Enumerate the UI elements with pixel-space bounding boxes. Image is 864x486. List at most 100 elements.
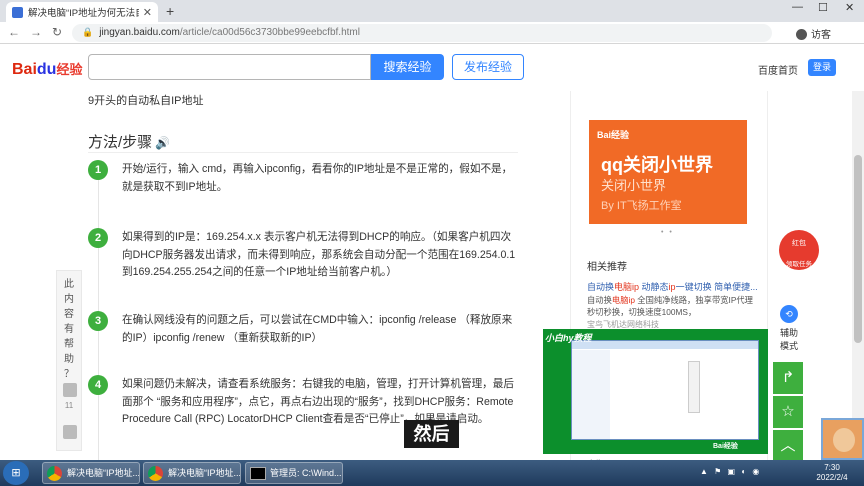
taskbar-button-label: 解决电脑“IP地址... xyxy=(67,468,140,478)
inset-context-menu xyxy=(688,361,700,413)
reload-icon[interactable]: ↻ xyxy=(52,25,62,39)
browser-tab[interactable]: 解决电脑“IP地址为何无法自动… ✕ xyxy=(6,2,158,22)
taskbar-chrome-window-1[interactable]: 解决电脑“IP地址... xyxy=(42,462,140,484)
system-tray-icons[interactable]: ▲ ⚑ ▣ ◐ ◉ xyxy=(700,467,761,476)
question-char: 有 xyxy=(64,324,74,335)
step-number: 3 xyxy=(88,311,108,331)
minimize-icon[interactable]: — xyxy=(792,1,803,13)
streamer-avatar xyxy=(821,418,864,460)
related-title-part: 自动换 xyxy=(587,282,615,292)
banner-byline: By IT飞扬工作室 xyxy=(601,200,682,212)
windows-taskbar: ⊞ 解决电脑“IP地址... 解决电脑“IP地址... 管理员: C:\Wind… xyxy=(0,460,864,486)
question-char: ？ xyxy=(64,369,74,380)
question-char: 容 xyxy=(64,309,74,320)
step-text: 如果问题仍未解决，请查看系统服务：右键我的电脑，管理，打开计算机管理，最后面那个… xyxy=(122,378,514,425)
section-title-text: 方法/步骤 xyxy=(88,134,153,151)
logo-bai-text: Bai xyxy=(12,61,37,78)
taskbar-chrome-window-2[interactable]: 解决电脑“IP地址... xyxy=(143,462,241,484)
scrollbar-thumb[interactable] xyxy=(854,155,862,343)
accessibility-icon: ⟲ xyxy=(780,305,798,323)
login-button[interactable]: 登录 xyxy=(808,59,836,76)
search-input[interactable] xyxy=(88,54,371,80)
forward-icon[interactable]: → xyxy=(30,25,42,39)
related-title-highlight: 电脑ip xyxy=(614,282,640,292)
red-envelope-button[interactable]: 红包 领取任务 xyxy=(779,230,819,270)
accessibility-mode-button[interactable]: ⟲ 辅助 模式 xyxy=(773,305,805,357)
site-header: Baidu经验 搜索经验 发布经验 百度首页 登录 xyxy=(0,45,864,91)
address-bar[interactable]: 🔒 jingyan.baidu.com/article/ca00d56c3730b… xyxy=(72,24,772,42)
related-item-title[interactable]: 自动换电脑ip 动静态ip一键切换 简单便捷... xyxy=(587,280,757,293)
related-desc-highlight: 电脑ip xyxy=(611,295,635,305)
taskbar-clock[interactable]: 7:30 2022/2/4 xyxy=(810,463,854,483)
new-tab-button[interactable]: + xyxy=(166,3,174,19)
search-button[interactable]: 搜索经验 xyxy=(371,54,444,80)
like-count: 11 xyxy=(64,401,74,410)
related-heading: 相关推荐 xyxy=(587,262,627,273)
video-subtitle: 然后 xyxy=(404,420,459,448)
assist-label-line2: 模式 xyxy=(779,341,798,351)
section-divider xyxy=(88,152,518,153)
related-title-part: 动静态 xyxy=(639,282,669,292)
step-text: 在确认网线没有的问题之后，可以尝试在CMD中输入：ipconfig /relea… xyxy=(122,314,513,344)
hongbao-task-label: 领取任务 xyxy=(786,261,812,268)
video-inset: 小白hy教程 Bai经验 xyxy=(543,329,768,454)
helpful-question: 此 内 容 有 帮 助 ？ xyxy=(57,277,81,382)
thumbs-down-icon[interactable] xyxy=(63,425,77,439)
profile-label: 访客 xyxy=(811,30,831,41)
step-text: 开始/运行，输入 cmd，再输入ipconfig，看看你的IP地址是不是正常的，… xyxy=(122,163,513,193)
related-item-desc: 自动换电脑ip 全国纯净线路，独享带宽IP代理 xyxy=(587,294,757,306)
back-to-top-icon[interactable]: ︿ xyxy=(773,430,803,462)
qq-world-banner[interactable]: Bai经验 qq关闭小世界 关闭小世界 By IT飞扬工作室 xyxy=(589,120,747,224)
speaker-icon[interactable]: 🔊 xyxy=(155,136,170,150)
inset-brand: Bai经验 xyxy=(713,443,738,450)
baidu-home-link[interactable]: 百度首页 xyxy=(758,62,798,77)
taskbar-button-label: 管理员: C:\Wind... xyxy=(270,468,342,478)
lock-icon: 🔒 xyxy=(82,27,94,37)
question-char: 此 xyxy=(64,279,74,290)
banner-title: qq关闭小世界 xyxy=(601,155,713,175)
banner-brand: Bai经验 xyxy=(597,130,630,140)
profile-avatar-icon xyxy=(796,29,807,40)
chrome-icon xyxy=(47,466,62,481)
step-text: 如果得到的IP是：169.254.x.x 表示客户机无法得到DHCP的响应。（如… xyxy=(122,231,516,278)
url-host: jingyan.baidu.com xyxy=(99,27,180,38)
tab-strip: 解决电脑“IP地址为何无法自动… ✕ + — ☐ ✕ xyxy=(0,0,864,22)
publish-button[interactable]: 发布经验 xyxy=(452,54,524,80)
related-title-highlight: ip xyxy=(668,282,676,292)
thumbs-up-icon[interactable] xyxy=(63,383,77,397)
url-path: /article/ca00d56c3730bbe99eebcfbf.html xyxy=(179,27,360,38)
logo-jingyan-text: 经验 xyxy=(56,62,83,77)
inset-window-titlebar xyxy=(572,341,758,349)
inset-tree-pane xyxy=(572,350,610,439)
baidu-jingyan-logo[interactable]: Baidu经验 xyxy=(12,59,82,79)
carousel-dots[interactable]: • • xyxy=(661,229,674,236)
tab-title: 解决电脑“IP地址为何无法自动… xyxy=(28,8,139,19)
favorite-star-icon[interactable]: ☆ xyxy=(773,396,803,428)
intro-text: 9开头的自动私自IP地址 xyxy=(88,95,204,107)
cmd-icon xyxy=(250,467,266,480)
profile-button[interactable]: 访客 xyxy=(796,26,831,41)
related-desc-part: 自动换 xyxy=(587,295,612,305)
close-window-icon[interactable]: ✕ xyxy=(845,1,854,14)
step-number: 2 xyxy=(88,228,108,248)
back-icon[interactable]: ← xyxy=(8,25,20,39)
tab-close-icon[interactable]: ✕ xyxy=(143,6,152,19)
related-title-part: 一键切换 简单便捷... xyxy=(675,282,757,292)
maximize-icon[interactable]: ☐ xyxy=(818,1,828,14)
question-char: 助 xyxy=(64,354,74,365)
baidu-favicon-icon xyxy=(12,6,23,18)
inset-window xyxy=(571,340,759,440)
clock-time: 7:30 xyxy=(824,463,840,472)
helpful-feedback-rail: 此 内 容 有 帮 助 ？ 11 xyxy=(56,270,82,451)
avatar-face-icon xyxy=(833,428,855,452)
share-icon[interactable]: ↱ xyxy=(773,362,803,394)
assist-label-line1: 辅助 xyxy=(779,328,798,338)
related-desc-part: 全国纯净线路，独享带宽IP代理 xyxy=(634,295,753,305)
start-button[interactable]: ⊞ xyxy=(3,461,29,485)
page-scrollbar[interactable] xyxy=(852,91,864,460)
question-char: 帮 xyxy=(64,339,74,350)
taskbar-cmd-window[interactable]: 管理员: C:\Wind... xyxy=(245,462,343,484)
step-number: 1 xyxy=(88,160,108,180)
step-number: 4 xyxy=(88,375,108,395)
chrome-icon xyxy=(148,466,163,481)
